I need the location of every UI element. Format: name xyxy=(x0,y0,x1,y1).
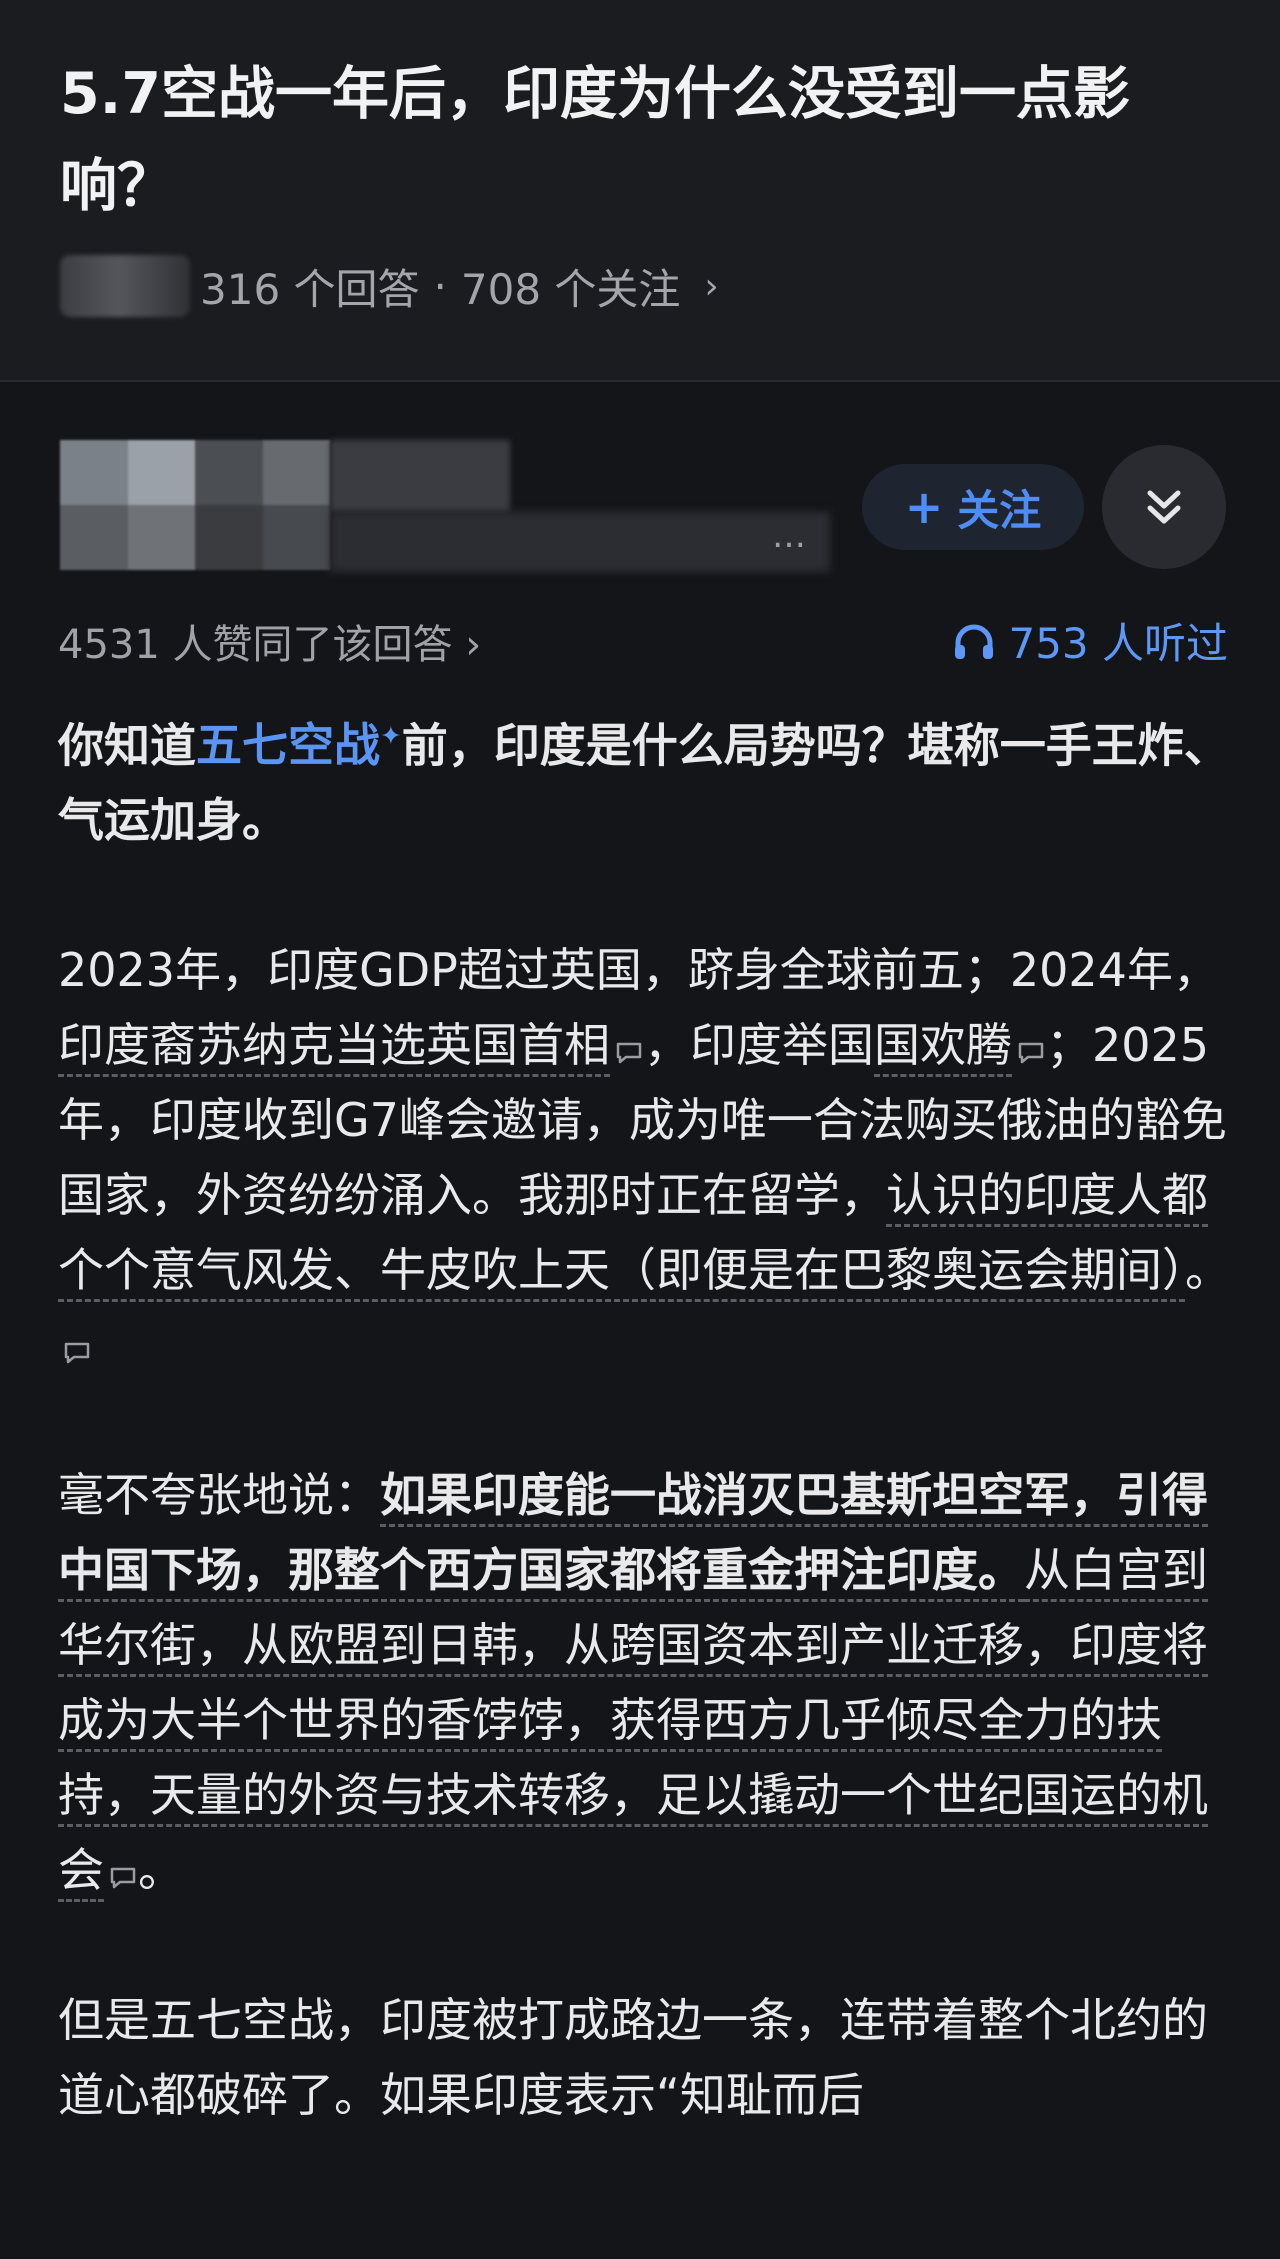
listen-count: 753 人听过 xyxy=(1008,619,1228,668)
answer-content: 你知道五七空战✦前，印度是什么局势吗？堪称一手王炸、气运加身。 2023年，印度… xyxy=(58,700,1233,2133)
avatar[interactable] xyxy=(60,440,330,570)
plus-icon: + xyxy=(904,480,944,534)
follow-button[interactable]: + 关注 xyxy=(862,464,1084,550)
paragraph-2: 2023年，印度GDP超过英国，跻身全球前五；2024年，印度裔苏纳克当选英国首… xyxy=(58,933,1233,1383)
annotated-text[interactable]: 国欢腾 xyxy=(874,1018,1012,1078)
blurred-topic xyxy=(60,255,190,317)
annotated-text[interactable]: 印度裔苏纳克当选英国首相 xyxy=(58,1018,610,1078)
comment-bubble-icon[interactable] xyxy=(108,1866,138,1890)
paragraph-3: 毫不夸张地说：如果印度能一战消灭巴基斯坦空军，引得中国下场，那整个西方国家都将重… xyxy=(58,1458,1233,1908)
comment-bubble-icon[interactable] xyxy=(62,1341,92,1365)
double-chevron-down-icon xyxy=(1147,490,1181,524)
meta-separator: · xyxy=(433,261,447,311)
listen-stat[interactable]: 753 人听过 xyxy=(952,610,1228,671)
paragraph-4: 但是五七空战，印度被打成路边一条，连带着整个北约的道心都破碎了。如果印度表示“知… xyxy=(58,1993,1208,2123)
author-name-blurred[interactable] xyxy=(330,440,510,512)
comment-bubble-icon[interactable] xyxy=(1016,1041,1046,1065)
vote-summary[interactable]: 4531 人赞同了该回答 › xyxy=(58,612,481,670)
answer-count: 316 个回答 xyxy=(200,264,420,314)
divider xyxy=(0,380,1280,382)
chevron-right-icon: › xyxy=(704,265,719,307)
follow-label: 关注 xyxy=(957,485,1042,535)
link-badge-icon: ✦ xyxy=(380,722,402,752)
follower-count: 708 个关注 xyxy=(460,264,681,314)
topic-link[interactable]: 五七空战✦ xyxy=(196,718,402,772)
bio-ellipsis: … xyxy=(772,516,806,556)
collapse-button[interactable] xyxy=(1102,445,1226,569)
headphones-icon xyxy=(955,624,994,659)
author-bio-blurred xyxy=(330,512,830,572)
question-meta[interactable]: 316 个回答 · 708 个关注 › xyxy=(60,255,719,317)
paragraph-1: 你知道五七空战✦前，印度是什么局势吗？堪称一手王炸、气运加身。 xyxy=(58,718,1230,848)
comment-bubble-icon[interactable] xyxy=(614,1041,644,1065)
question-title[interactable]: 5.7空战一年后，印度为什么没受到一点影响？ xyxy=(60,48,1220,232)
question-header: 5.7空战一年后，印度为什么没受到一点影响？ 316 个回答 · 708 个关注… xyxy=(0,0,1280,380)
